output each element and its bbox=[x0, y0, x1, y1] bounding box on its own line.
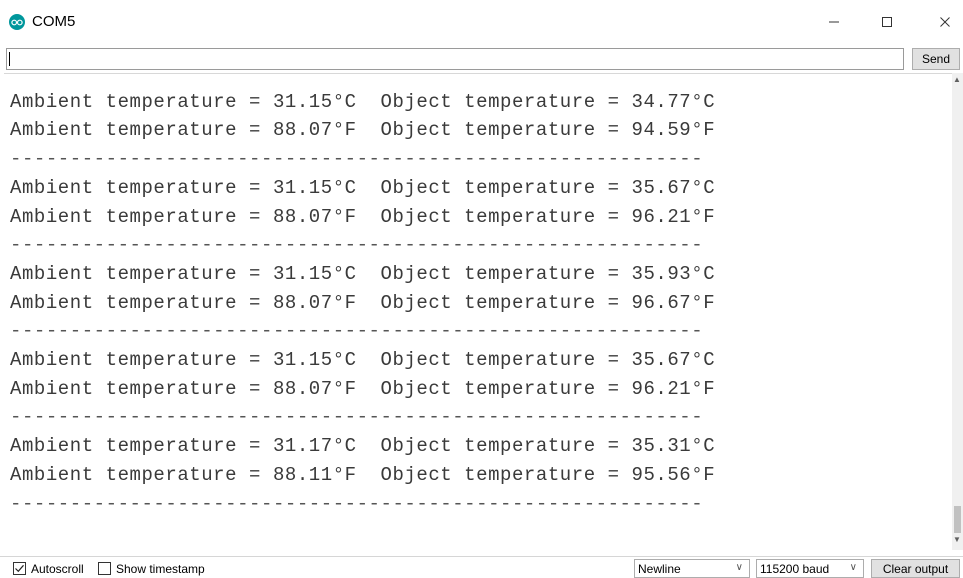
separator-line: ----------------------------------------… bbox=[10, 492, 704, 515]
serial-output-line: Ambient temperature = 88.07°F Object tem… bbox=[10, 377, 716, 400]
status-bar: Autoscroll Show timestamp Newline ∨ 1152… bbox=[0, 556, 963, 578]
minimize-icon bbox=[829, 21, 839, 23]
close-button[interactable] bbox=[925, 6, 963, 38]
checkmark-icon bbox=[15, 564, 24, 573]
close-icon bbox=[940, 17, 950, 27]
serial-output-area[interactable]: ----------------------------------------… bbox=[4, 73, 952, 551]
serial-output-line: Ambient temperature = 31.15°C Object tem… bbox=[10, 176, 716, 199]
arduino-logo-icon bbox=[9, 14, 25, 30]
separator-line: ----------------------------------------… bbox=[10, 148, 704, 171]
text-cursor bbox=[9, 52, 10, 66]
separator-line: ----------------------------------------… bbox=[10, 406, 704, 429]
scroll-down-icon[interactable]: ▼ bbox=[953, 535, 961, 544]
serial-output-line: Ambient temperature = 88.07°F Object tem… bbox=[10, 291, 716, 314]
chevron-down-icon: ∨ bbox=[849, 562, 857, 573]
vertical-scrollbar[interactable]: ▲ ▼ bbox=[952, 73, 963, 550]
autoscroll-label[interactable]: Autoscroll bbox=[31, 562, 84, 576]
separator-line: ----------------------------------------… bbox=[10, 234, 704, 257]
serial-output-line: Ambient temperature = 31.17°C Object tem… bbox=[10, 435, 716, 458]
show-timestamp-checkbox[interactable] bbox=[98, 562, 111, 575]
line-ending-value: Newline bbox=[638, 561, 681, 576]
autoscroll-checkbox[interactable] bbox=[13, 562, 26, 575]
serial-output-line: Ambient temperature = 88.07°F Object tem… bbox=[10, 205, 716, 228]
baud-rate-select[interactable]: 115200 baud ∨ bbox=[756, 559, 864, 578]
send-bar: Send bbox=[0, 46, 963, 72]
show-timestamp-label[interactable]: Show timestamp bbox=[116, 562, 205, 576]
baud-rate-value: 115200 baud bbox=[760, 561, 830, 576]
window-title: COM5 bbox=[32, 13, 76, 30]
title-bar: COM5 bbox=[0, 0, 963, 44]
serial-output-line: Ambient temperature = 88.11°F Object tem… bbox=[10, 463, 716, 486]
serial-output-line: Ambient temperature = 88.07°F Object tem… bbox=[10, 119, 716, 142]
send-button[interactable]: Send bbox=[912, 48, 960, 70]
scroll-thumb[interactable] bbox=[954, 506, 961, 533]
line-ending-select[interactable]: Newline ∨ bbox=[634, 559, 750, 578]
maximize-button[interactable] bbox=[867, 6, 907, 38]
maximize-icon bbox=[882, 17, 892, 27]
chevron-down-icon: ∨ bbox=[735, 562, 743, 573]
serial-send-input[interactable] bbox=[6, 48, 904, 70]
minimize-button[interactable] bbox=[814, 6, 854, 38]
serial-output-line: Ambient temperature = 31.15°C Object tem… bbox=[10, 90, 716, 113]
serial-output-line: Ambient temperature = 31.15°C Object tem… bbox=[10, 349, 716, 371]
clear-output-button[interactable]: Clear output bbox=[871, 559, 960, 578]
separator-line: ----------------------------------------… bbox=[10, 73, 704, 84]
serial-output-line: Ambient temperature = 31.15°C Object tem… bbox=[10, 262, 716, 285]
separator-line: ----------------------------------------… bbox=[10, 320, 704, 343]
scroll-up-icon[interactable]: ▲ bbox=[953, 75, 961, 84]
